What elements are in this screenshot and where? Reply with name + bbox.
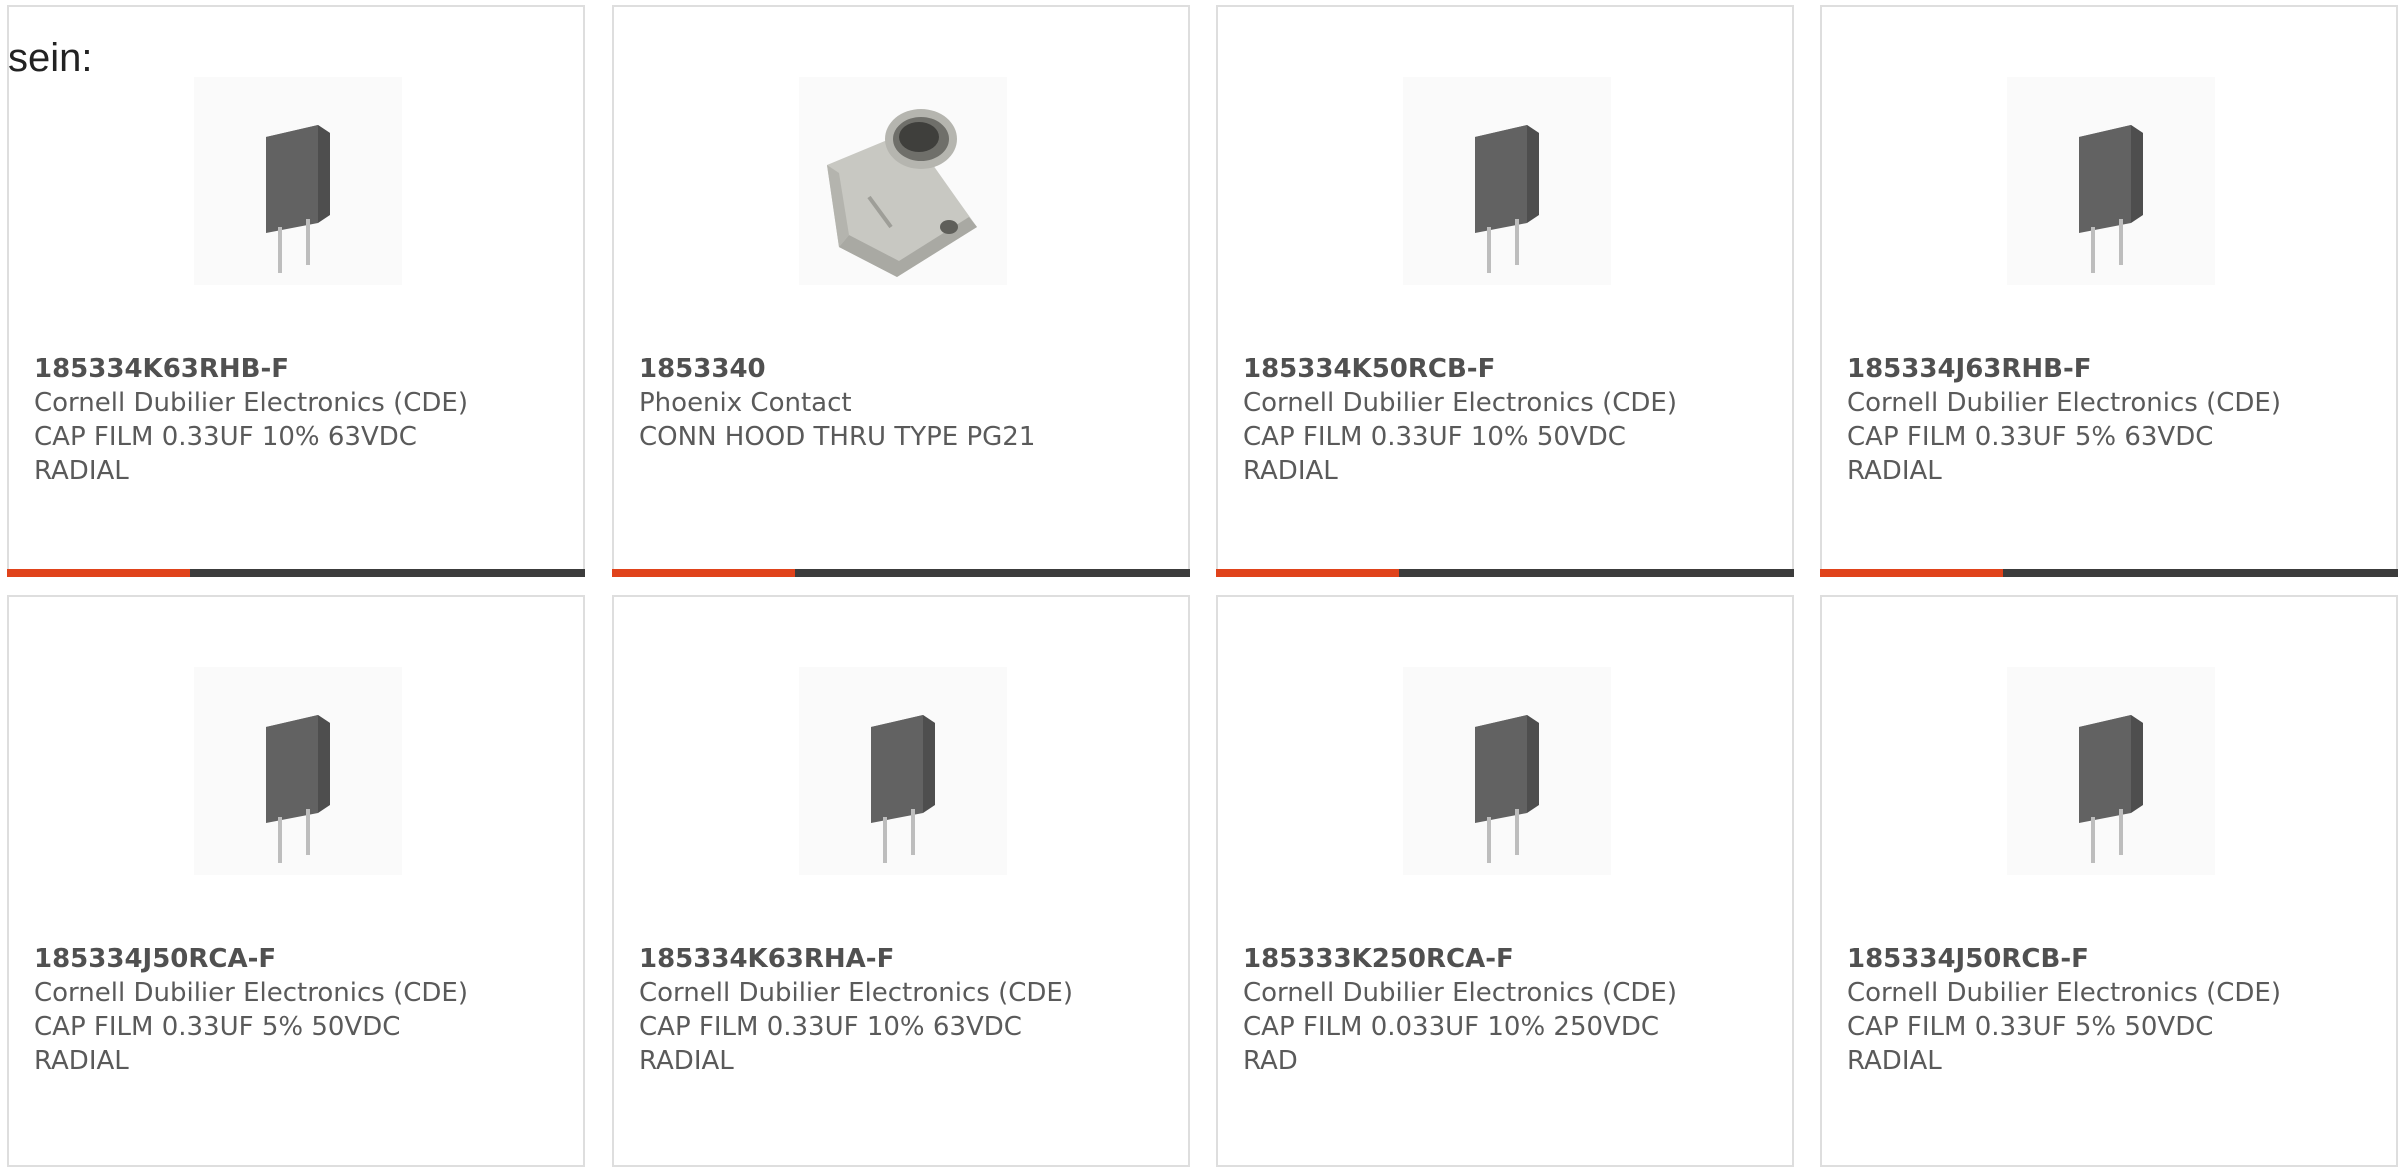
product-info: 185334J50RCB-F Cornell Dubilier Electron… (1847, 942, 2376, 1078)
intro-text: sein: (8, 36, 93, 80)
product-info: 185334J50RCA-F Cornell Dubilier Electron… (34, 942, 563, 1078)
card-bar (1820, 569, 2398, 577)
description: CAP FILM 0.33UF 5% 50VDC RADIAL (34, 1012, 401, 1076)
product-card[interactable]: 185333K250RCA-F Cornell Dubilier Electro… (1216, 595, 1794, 1167)
manufacturer: Cornell Dubilier Electronics (CDE) (1847, 388, 2281, 418)
product-info: 185334K63RHA-F Cornell Dubilier Electron… (639, 942, 1168, 1078)
part-number[interactable]: 185334K50RCB-F (1243, 352, 1772, 386)
film-capacitor-icon[interactable] (2007, 667, 2215, 875)
product-info: 1853340 Phoenix Contact CONN HOOD THRU T… (639, 352, 1168, 454)
part-number[interactable]: 185334J50RCA-F (34, 942, 563, 976)
description: CAP FILM 0.33UF 5% 63VDC RADIAL (1847, 422, 2214, 486)
product-card[interactable]: 185334K63RHB-F Cornell Dubilier Electron… (7, 5, 585, 577)
part-number[interactable]: 185334J63RHB-F (1847, 352, 2376, 386)
card-bar-accent (1216, 569, 1399, 577)
product-card[interactable]: 185334J50RCA-F Cornell Dubilier Electron… (7, 595, 585, 1167)
card-bar (7, 569, 585, 577)
card-bar-accent (612, 569, 795, 577)
product-info: 185334K63RHB-F Cornell Dubilier Electron… (34, 352, 563, 488)
manufacturer: Cornell Dubilier Electronics (CDE) (1243, 388, 1677, 418)
part-number[interactable]: 1853340 (639, 352, 1168, 386)
card-bar-accent (7, 569, 190, 577)
product-card[interactable]: 185334J50RCB-F Cornell Dubilier Electron… (1820, 595, 2398, 1167)
description: CAP FILM 0.33UF 10% 63VDC RADIAL (34, 422, 417, 486)
description: CAP FILM 0.33UF 5% 50VDC RADIAL (1847, 1012, 2214, 1076)
description: CAP FILM 0.33UF 10% 50VDC RADIAL (1243, 422, 1626, 486)
card-bar-accent (1820, 569, 2003, 577)
film-capacitor-icon[interactable] (1403, 667, 1611, 875)
film-capacitor-icon[interactable] (194, 667, 402, 875)
manufacturer: Cornell Dubilier Electronics (CDE) (34, 978, 468, 1008)
description: CONN HOOD THRU TYPE PG21 (639, 422, 1036, 452)
part-number[interactable]: 185334K63RHB-F (34, 352, 563, 386)
product-card[interactable]: 1853340 Phoenix Contact CONN HOOD THRU T… (612, 5, 1190, 577)
film-capacitor-icon[interactable] (1403, 77, 1611, 285)
product-info: 185334J63RHB-F Cornell Dubilier Electron… (1847, 352, 2376, 488)
part-number[interactable]: 185334K63RHA-F (639, 942, 1168, 976)
product-card[interactable]: 185334J63RHB-F Cornell Dubilier Electron… (1820, 5, 2398, 577)
product-info: 185333K250RCA-F Cornell Dubilier Electro… (1243, 942, 1772, 1078)
manufacturer: Cornell Dubilier Electronics (CDE) (34, 388, 468, 418)
part-number[interactable]: 185334J50RCB-F (1847, 942, 2376, 976)
film-capacitor-icon[interactable] (194, 77, 402, 285)
card-bar (1216, 569, 1794, 577)
description: CAP FILM 0.33UF 10% 63VDC RADIAL (639, 1012, 1022, 1076)
part-number[interactable]: 185333K250RCA-F (1243, 942, 1772, 976)
manufacturer: Phoenix Contact (639, 388, 852, 418)
product-card[interactable]: 185334K50RCB-F Cornell Dubilier Electron… (1216, 5, 1794, 577)
connector-hood-icon[interactable] (799, 77, 1007, 285)
manufacturer: Cornell Dubilier Electronics (CDE) (1847, 978, 2281, 1008)
description: CAP FILM 0.033UF 10% 250VDC RAD (1243, 1012, 1660, 1076)
product-info: 185334K50RCB-F Cornell Dubilier Electron… (1243, 352, 1772, 488)
card-bar (612, 569, 1190, 577)
film-capacitor-icon[interactable] (799, 667, 1007, 875)
manufacturer: Cornell Dubilier Electronics (CDE) (1243, 978, 1677, 1008)
film-capacitor-icon[interactable] (2007, 77, 2215, 285)
product-card[interactable]: 185334K63RHA-F Cornell Dubilier Electron… (612, 595, 1190, 1167)
manufacturer: Cornell Dubilier Electronics (CDE) (639, 978, 1073, 1008)
